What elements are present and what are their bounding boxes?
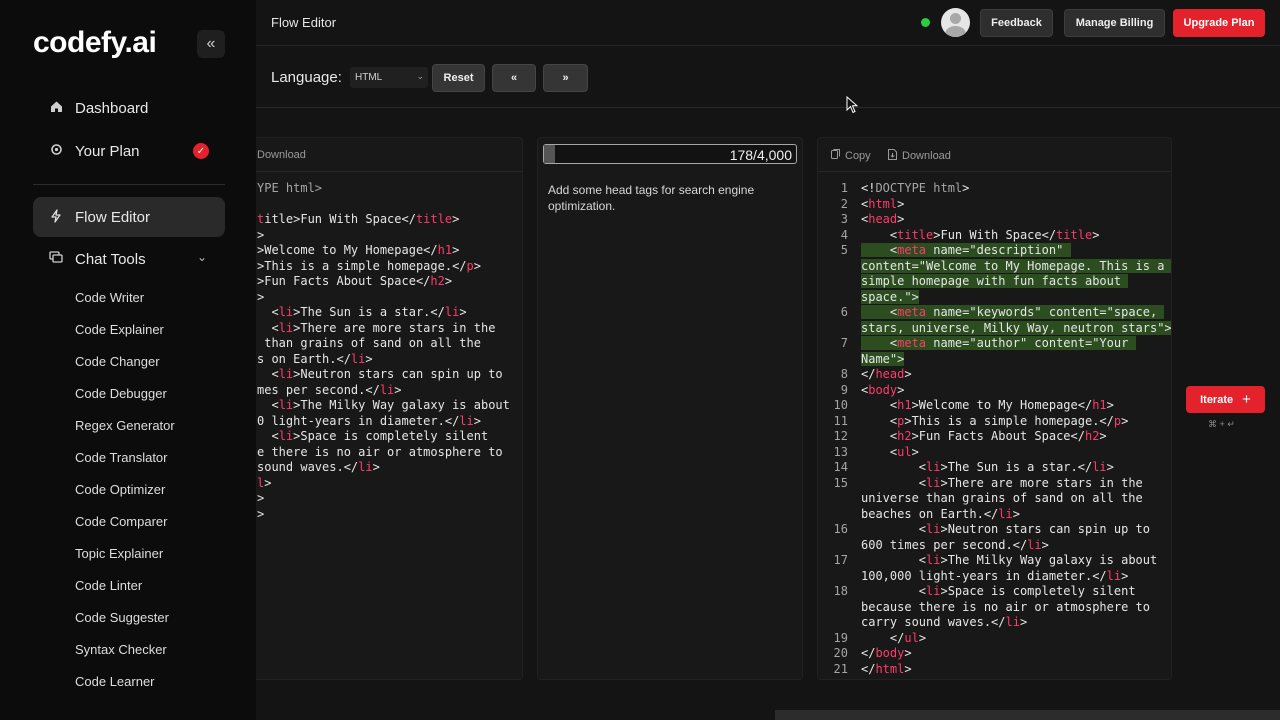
- input-code-editor[interactable]: YPE html> title>Fun With Space</title> >…: [237, 172, 522, 679]
- tool-topic-explainer[interactable]: Topic Explainer: [75, 546, 163, 561]
- tool-code-comparer[interactable]: Code Comparer: [75, 514, 168, 529]
- top-bar: Flow Editor Feedback Manage Billing Upgr…: [256, 0, 1280, 46]
- tool-code-suggester[interactable]: Code Suggester: [75, 610, 169, 625]
- tool-code-debugger[interactable]: Code Debugger: [75, 386, 167, 401]
- output-download-button[interactable]: Download: [888, 149, 951, 163]
- tool-code-optimizer[interactable]: Code Optimizer: [75, 482, 165, 497]
- gear-icon: [47, 143, 65, 159]
- language-label: Language:: [271, 69, 342, 86]
- sidebar-divider: [33, 184, 225, 185]
- nav-item-flow-editor[interactable]: Flow Editor: [33, 197, 225, 237]
- tool-code-changer[interactable]: Code Changer: [75, 354, 160, 369]
- prompt-input[interactable]: Add some head tags for search engine opt…: [538, 172, 802, 679]
- nav-item-dashboard[interactable]: Dashboard: [33, 88, 225, 128]
- nav-label: Your Plan: [75, 142, 140, 160]
- nav-label: Dashboard: [75, 99, 149, 117]
- line-numbers: 1 2 3 4 5 6 7 8 9 10 11 12 13 14 15 16 1…: [833, 181, 848, 676]
- language-select[interactable]: HTML ⌄: [350, 67, 428, 88]
- output-code-panel: Copy Download 1 2 3 4 5 6 7 8 9 10 11 12…: [817, 137, 1172, 680]
- input-download-button[interactable]: Download: [257, 149, 306, 161]
- chat-icon: [47, 251, 65, 267]
- collapse-sidebar-button[interactable]: «: [197, 30, 225, 58]
- tool-regex-generator[interactable]: Regex Generator: [75, 418, 175, 433]
- plus-icon: +: [1242, 391, 1251, 408]
- copy-button[interactable]: Copy: [831, 149, 871, 162]
- prompt-text: Add some head tags for search engine opt…: [548, 183, 755, 213]
- iterate-button[interactable]: Iterate +: [1186, 386, 1265, 413]
- output-code-editor[interactable]: 1 2 3 4 5 6 7 8 9 10 11 12 13 14 15 16 1…: [818, 172, 1171, 679]
- tool-syntax-checker[interactable]: Syntax Checker: [75, 642, 167, 657]
- sidebar: codefy.ai « Dashboard Your Plan ✓ Flow E…: [0, 0, 256, 720]
- character-counter: 178/4,000: [729, 147, 792, 163]
- input-code-panel: Download YPE html> title>Fun With Space<…: [236, 137, 523, 680]
- feedback-button[interactable]: Feedback: [980, 9, 1053, 37]
- nav-label: Flow Editor: [75, 208, 151, 226]
- horizontal-scrollbar[interactable]: [775, 710, 1280, 720]
- language-value: HTML: [355, 72, 383, 83]
- mouse-cursor-icon: [846, 96, 858, 114]
- tool-code-writer[interactable]: Code Writer: [75, 290, 144, 305]
- tool-code-explainer[interactable]: Code Explainer: [75, 322, 164, 337]
- verified-badge-icon: ✓: [193, 143, 209, 159]
- tool-code-linter[interactable]: Code Linter: [75, 578, 142, 593]
- chevron-down-icon: ⌄: [196, 250, 207, 264]
- home-icon: [47, 100, 65, 116]
- character-count-bar: 178/4,000: [543, 144, 797, 164]
- online-status-dot: [921, 18, 930, 27]
- next-version-button[interactable]: »: [543, 64, 588, 92]
- language-toolbar: Language: HTML ⌄ Reset « »: [256, 47, 1280, 108]
- app-logo: codefy.ai: [33, 26, 157, 59]
- bolt-icon: [47, 208, 65, 226]
- tool-code-learner[interactable]: Code Learner: [75, 674, 155, 689]
- reset-button[interactable]: Reset: [432, 64, 485, 92]
- chevron-down-icon: ⌄: [416, 71, 424, 81]
- page-title: Flow Editor: [271, 15, 337, 30]
- iterate-shortcut-hint: ⌘ + ↵: [1208, 419, 1235, 429]
- upgrade-plan-button[interactable]: Upgrade Plan: [1173, 9, 1265, 37]
- previous-version-button[interactable]: «: [492, 64, 536, 92]
- avatar[interactable]: [941, 8, 970, 37]
- nav-item-chat-tools[interactable]: Chat Tools ⌄: [33, 239, 225, 279]
- tool-code-translator[interactable]: Code Translator: [75, 450, 168, 465]
- prompt-panel: 178/4,000 Add some head tags for search …: [537, 137, 803, 680]
- nav-label: Chat Tools: [75, 250, 146, 268]
- file-download-icon: [888, 149, 897, 163]
- nav-item-your-plan[interactable]: Your Plan ✓: [33, 131, 225, 171]
- copy-icon: [831, 149, 840, 162]
- manage-billing-button[interactable]: Manage Billing: [1064, 9, 1165, 37]
